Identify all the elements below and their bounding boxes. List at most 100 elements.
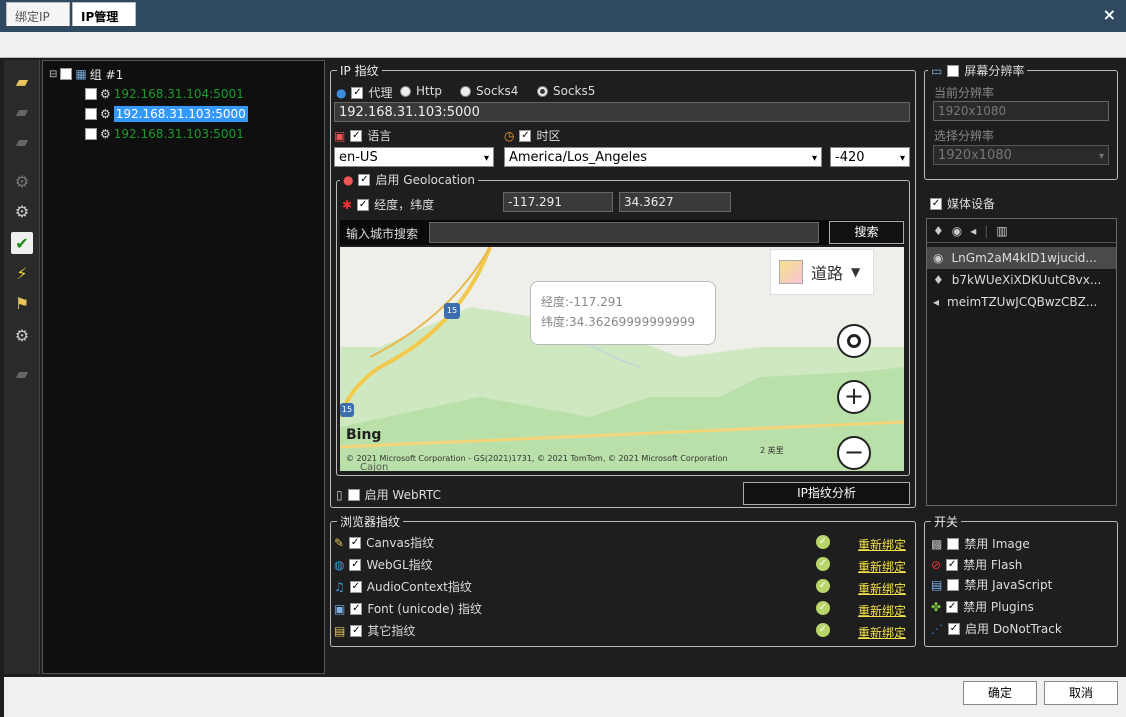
fp-checkbox[interactable]: ✓ <box>349 558 362 571</box>
webcam-icon: ◉ <box>933 251 944 265</box>
language-checkbox[interactable]: ✓ <box>350 129 363 142</box>
radio[interactable] <box>537 85 548 97</box>
proxy-socks4[interactable]: Socks4 <box>460 84 518 98</box>
rebind-link[interactable]: 重新绑定 <box>858 624 906 641</box>
route-badge: 15 <box>444 303 460 319</box>
city-search-input[interactable] <box>429 222 819 243</box>
switch-checkbox[interactable]: ✓ <box>946 600 959 613</box>
tree-group[interactable]: ⊟ ▦ 组 #1 <box>49 65 123 83</box>
longitude-input[interactable]: -117.291 <box>503 192 613 212</box>
delete-folder-icon[interactable]: ▰ <box>11 130 33 152</box>
settings-export-icon[interactable]: ⚙ <box>11 324 33 346</box>
fp-row-webgl: ◍ ✓ WebGL指纹 <box>334 556 433 573</box>
proxy-checkbox[interactable]: ✓ <box>351 86 364 99</box>
fp-row-font: ▣ ✓ Font (unicode) 指纹 <box>334 600 482 617</box>
timezone-offset-stepper[interactable]: -420 <box>830 147 910 167</box>
timezone-select[interactable]: America/Los_Angeles <box>504 147 822 167</box>
fp-checkbox[interactable]: ✓ <box>350 602 363 615</box>
tab-ip-manage[interactable]: IP管理 <box>72 2 136 26</box>
city-search-label: 输入城市搜索 <box>346 227 419 241</box>
import-icon[interactable]: ▰ <box>11 362 33 384</box>
media-item[interactable]: ◂ meimTZUwJCQBwzCBZ... <box>927 291 1116 313</box>
fp-checkbox[interactable]: ✓ <box>349 580 362 593</box>
zoom-in-button[interactable]: + <box>837 380 871 414</box>
tree-item-selected[interactable]: ⚙ 192.168.31.103:5000 <box>85 105 248 123</box>
item-checkbox[interactable] <box>85 108 97 120</box>
title-bar <box>0 0 1126 32</box>
timezone-checkbox[interactable]: ✓ <box>519 129 532 142</box>
screen-resolution-title: ▭ 屏幕分辨率 <box>928 62 1028 79</box>
screen-checkbox[interactable] <box>947 64 960 77</box>
popup-longitude: 经度:-117.291 <box>541 295 623 309</box>
resolution-select[interactable]: 1920x1080 <box>933 145 1109 165</box>
zoom-out-button[interactable]: − <box>837 436 871 470</box>
settings-icon[interactable]: ⚙ <box>11 170 33 192</box>
geolocation-checkbox[interactable]: ✓ <box>358 173 371 186</box>
microphone-icon[interactable]: ♦ <box>933 224 944 238</box>
trash-icon[interactable]: ▥ <box>996 224 1007 238</box>
lightning-icon[interactable]: ⚡ <box>11 262 33 284</box>
map-view[interactable]: 15 15 道路 ▼ 经度:-117.291 纬度:34.36269999999… <box>340 247 904 471</box>
collapse-icon[interactable]: ⊟ <box>49 69 57 80</box>
fp-checkbox[interactable]: ✓ <box>349 536 362 549</box>
item-checkbox[interactable] <box>85 128 97 140</box>
switch-checkbox[interactable] <box>947 537 960 550</box>
rebind-link[interactable]: 重新绑定 <box>858 558 906 575</box>
target-icon <box>847 334 861 348</box>
add-folder-icon[interactable]: ▰ <box>11 70 33 92</box>
media-item[interactable]: ◉ LnGm2aM4kID1wjucid... <box>927 247 1116 269</box>
media-checkbox[interactable]: ✓ <box>930 197 942 210</box>
check-icon: ✓ <box>816 557 830 571</box>
font-icon: ▣ <box>334 601 346 616</box>
flag-icon: ▣ <box>334 128 346 143</box>
proxy-input[interactable]: 192.168.31.103:5000 <box>334 102 910 122</box>
latitude-input[interactable]: 34.3627 <box>619 192 731 212</box>
fp-row-canvas: ✎ ✓ Canvas指纹 <box>334 534 434 551</box>
proxy-http[interactable]: Http <box>400 84 442 98</box>
webcam-icon[interactable]: ◉ <box>952 224 962 238</box>
edit-folder-icon[interactable]: ▰ <box>11 100 33 122</box>
tree-item[interactable]: ⚙ 192.168.31.104:5001 <box>85 85 244 103</box>
switch-checkbox[interactable]: ✓ <box>946 558 959 571</box>
rebind-link[interactable]: 重新绑定 <box>858 602 906 619</box>
fp-checkbox[interactable]: ✓ <box>350 624 363 637</box>
locate-button[interactable] <box>837 324 871 358</box>
webrtc-checkbox[interactable] <box>347 488 360 501</box>
rebind-link[interactable]: 重新绑定 <box>858 580 906 597</box>
chevron-down-icon: ▼ <box>851 265 861 279</box>
switch-checkbox[interactable]: ✓ <box>948 622 960 635</box>
media-item-label: meimTZUwJCQBwzCBZ... <box>947 295 1098 309</box>
proxy-row: ● ✓ 代理 <box>336 84 393 101</box>
radio[interactable] <box>460 85 471 97</box>
lnglat-row: ✱ ✓ 经度，纬度 <box>342 196 434 213</box>
close-icon[interactable]: × <box>1103 5 1116 24</box>
item-checkbox[interactable] <box>85 88 97 100</box>
ip-fingerprint-analyze-button[interactable]: IP指纹分析 <box>743 482 910 505</box>
fp-row-other: ▤ ✓ 其它指纹 <box>334 622 415 639</box>
tree-item[interactable]: ⚙ 192.168.31.103:5001 <box>85 125 244 143</box>
settings-search-icon[interactable]: ⚙ <box>11 200 33 222</box>
map-style-selector[interactable]: 道路 ▼ <box>770 249 874 295</box>
fp-label: WebGL指纹 <box>366 558 433 572</box>
switch-checkbox[interactable] <box>947 578 960 591</box>
speaker-icon[interactable]: ◂ <box>970 224 976 238</box>
pushpin-icon: ✱ <box>342 197 353 212</box>
cancel-button[interactable]: 取消 <box>1044 681 1118 705</box>
media-item[interactable]: ♦ b7kWUeXiXDKUutC8vx... <box>927 269 1116 291</box>
flag-icon[interactable]: ⚑ <box>11 292 33 314</box>
lnglat-checkbox[interactable]: ✓ <box>357 198 370 211</box>
tab-bind-ip[interactable]: 绑定IP <box>6 2 70 26</box>
switch-label: 禁用 Image <box>964 537 1030 551</box>
radio[interactable] <box>400 85 411 97</box>
rebind-link[interactable]: 重新绑定 <box>858 536 906 553</box>
webrtc-label: 启用 WebRTC <box>364 488 442 502</box>
check-icon[interactable]: ✔ <box>11 232 33 254</box>
location-icon: ● <box>343 172 354 187</box>
proxy-socks5[interactable]: Socks5 <box>537 84 595 98</box>
plugin-icon: ✤ <box>931 599 942 614</box>
language-select[interactable]: en-US <box>334 147 494 167</box>
group-checkbox[interactable] <box>60 68 73 80</box>
ok-button[interactable]: 确定 <box>963 681 1037 705</box>
timezone-row: ◷ ✓ 时区 <box>504 127 561 144</box>
search-button[interactable]: 搜索 <box>829 221 904 244</box>
